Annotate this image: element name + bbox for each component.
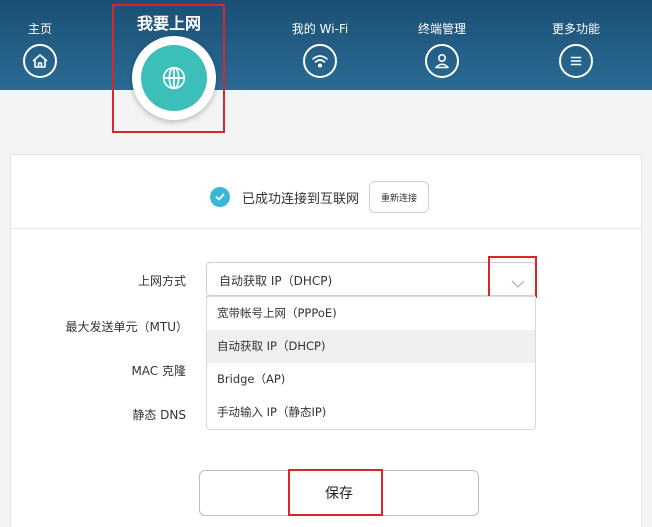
mac-clone-label: MAC 克隆	[131, 364, 186, 378]
wifi-icon	[303, 44, 337, 78]
status-text: 已成功连接到互联网	[242, 191, 360, 207]
highlight-dropdown-arrow	[488, 256, 537, 298]
select-value: 自动获取 IP（DHCP)	[219, 274, 333, 288]
reconnect-button[interactable]: 重新连接	[369, 181, 430, 213]
user-icon	[425, 44, 459, 78]
section-divider	[10, 228, 642, 229]
nav-label-home: 主页	[27, 22, 53, 36]
connection-mode-label: 上网方式	[137, 274, 186, 288]
menu-icon	[559, 44, 593, 78]
connection-status: 已成功连接到互联网 重新连接	[210, 181, 430, 213]
mtu-label: 最大发送单元（MTU）	[65, 320, 188, 334]
option-static-ip[interactable]: 手动输入 IP（静态IP)	[207, 396, 535, 429]
highlight-save-button	[288, 469, 383, 516]
static-dns-label: 静态 DNS	[132, 408, 186, 422]
option-dhcp[interactable]: 自动获取 IP（DHCP)	[207, 330, 535, 363]
home-icon	[23, 44, 57, 78]
check-circle-icon	[210, 187, 230, 207]
option-pppoe[interactable]: 宽带帐号上网（PPPoE)	[207, 297, 535, 330]
nav-label-wifi: 我的 Wi-Fi	[291, 22, 349, 36]
top-navigation-bar: 主页 我的 Wi-Fi 终端管理 更多功能	[0, 0, 652, 90]
connection-mode-select[interactable]: 自动获取 IP（DHCP)	[206, 262, 536, 296]
highlight-internet-tab	[112, 4, 225, 133]
option-bridge[interactable]: Bridge（AP)	[207, 363, 535, 396]
connection-mode-options: 宽带帐号上网（PPPoE) 自动获取 IP（DHCP) Bridge（AP) 手…	[206, 296, 536, 430]
nav-label-devices: 终端管理	[417, 22, 467, 36]
nav-label-more: 更多功能	[551, 22, 601, 36]
